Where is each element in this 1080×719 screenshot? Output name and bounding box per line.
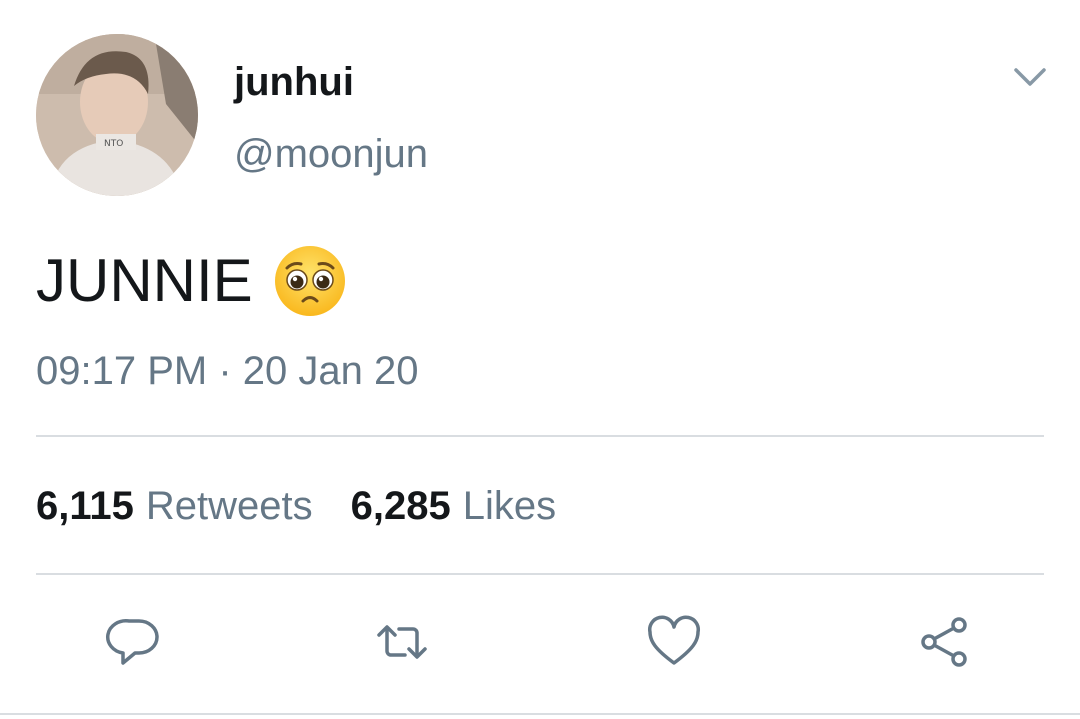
- engagement-stats: 6,115 Retweets 6,285 Likes: [36, 480, 556, 532]
- retweet-button[interactable]: [372, 612, 432, 672]
- chevron-down-icon[interactable]: [1010, 62, 1050, 92]
- likes-count: 6,285: [350, 484, 451, 528]
- retweets-count: 6,115: [36, 484, 134, 528]
- likes-label: Likes: [462, 484, 557, 528]
- reply-icon: [106, 619, 159, 665]
- like-icon: [648, 615, 700, 665]
- likes-stat[interactable]: 6,285 Likes: [351, 480, 557, 532]
- retweets-stat[interactable]: 6,115 Retweets: [36, 480, 313, 532]
- avatar[interactable]: NTO: [36, 34, 198, 196]
- divider: [0, 713, 1080, 715]
- like-button[interactable]: [644, 612, 704, 672]
- display-name[interactable]: junhui: [234, 58, 354, 106]
- profile-photo-icon: NTO: [36, 34, 198, 196]
- retweet-icon: [377, 625, 427, 659]
- retweets-label: Retweets: [145, 484, 313, 528]
- tweet-timestamp[interactable]: 09:17 PM · 20 Jan 20: [36, 346, 418, 396]
- share-button[interactable]: [914, 612, 974, 672]
- reply-button[interactable]: [104, 612, 164, 672]
- divider: [36, 573, 1044, 575]
- user-handle[interactable]: @moonjun: [234, 130, 428, 178]
- divider: [36, 435, 1044, 437]
- pleading-face-icon: [274, 246, 345, 316]
- share-icon: [921, 617, 967, 667]
- tweet-body: JUNNIE: [36, 247, 253, 314]
- svg-text:NTO: NTO: [104, 139, 123, 149]
- tweet-text: JUNNIE: [36, 244, 347, 318]
